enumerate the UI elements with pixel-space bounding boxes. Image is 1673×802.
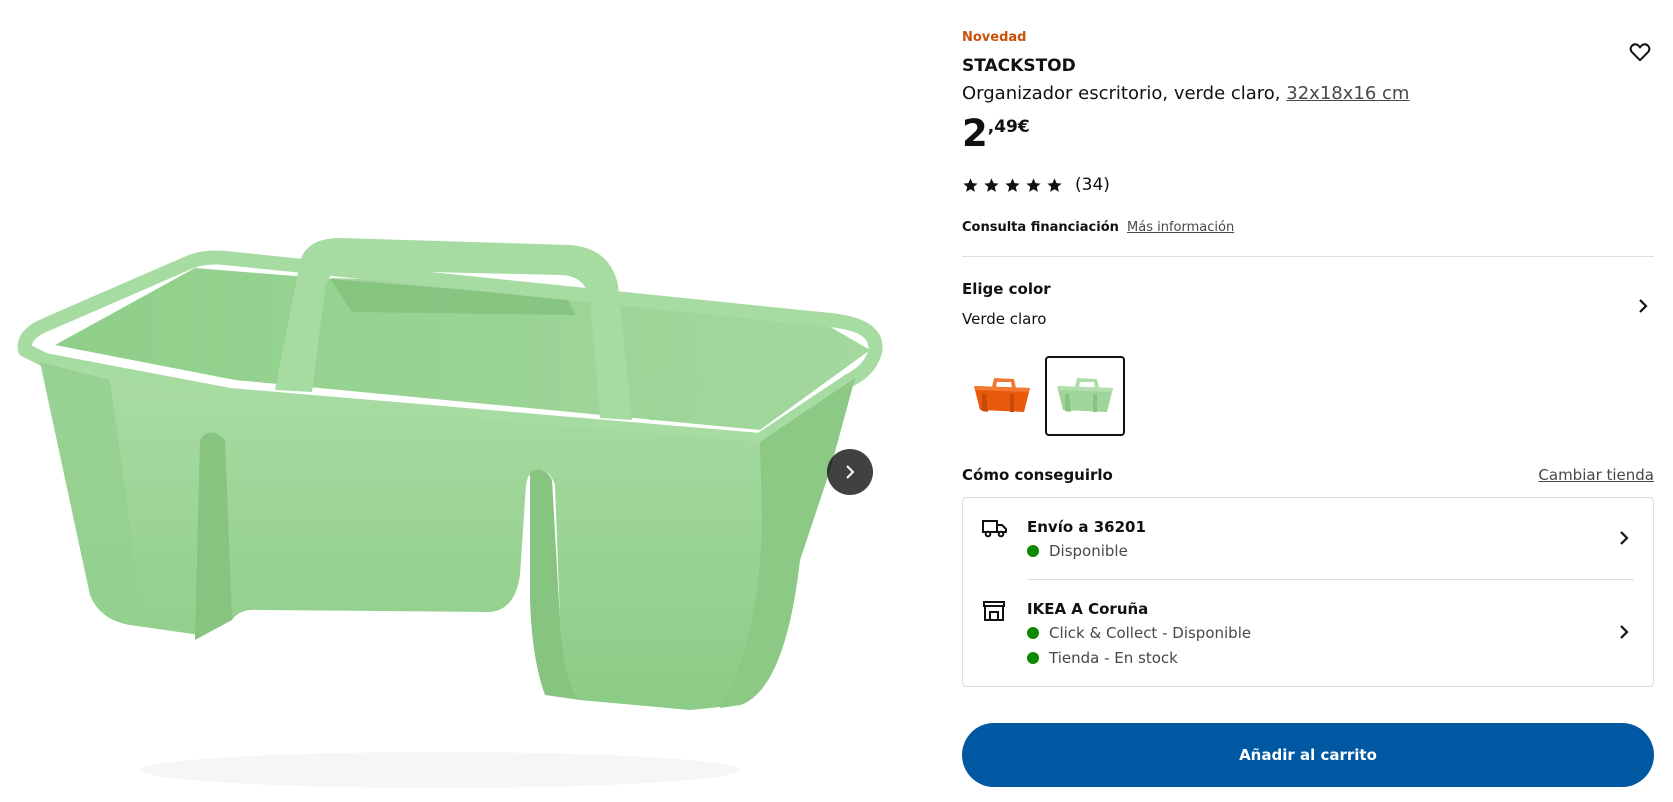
price-decimal: ,49€ [987,117,1030,137]
delivery-status-text: Disponible [1049,542,1128,560]
product-name: STACKSTOD [962,56,1076,76]
store-title: IKEA A Coruña [1027,600,1149,618]
star-icon [1026,177,1041,192]
rating-count: (34) [1075,175,1110,195]
new-badge: Novedad [962,30,1027,45]
store-stock-status: Tienda - En stock [1027,649,1178,667]
star-icon [1005,177,1020,192]
store-stock-status-text: Tienda - En stock [1049,649,1178,667]
color-selector-title: Elige color [962,280,1051,298]
change-store-link[interactable]: Cambiar tienda [1538,466,1654,484]
swatch-green-image [1057,378,1113,412]
chevron-right-icon [1639,299,1648,313]
rating-summary[interactable]: (34) [962,175,1110,195]
product-image [17,238,883,788]
color-swatch-orange[interactable] [962,356,1042,436]
click-collect-status-text: Click & Collect - Disponible [1049,624,1252,642]
color-swatch-light-green[interactable] [1045,356,1125,436]
store-icon [983,601,1005,621]
product-description-text: Organizador escritorio, verde claro, [962,83,1281,104]
availability-title: Cómo conseguirlo [962,466,1113,484]
truck-icon [982,520,1007,538]
heart-icon [1629,43,1651,62]
financing-more-info-link[interactable]: Más información [1127,220,1234,235]
delivery-status: Disponible [1027,542,1128,560]
next-image-button[interactable] [827,449,873,495]
product-description: Organizador escritorio, verde claro, 32x… [962,83,1409,104]
add-to-cart-button[interactable]: Añadir al carrito [962,723,1654,787]
in-stock-dot [1027,545,1039,557]
store-option[interactable]: IKEA A Coruña Click & Collect - Disponib… [963,580,1653,686]
star-icon [1047,177,1062,192]
swatch-orange-image [974,378,1030,412]
in-stock-dot [1027,652,1039,664]
color-selected-value: Verde claro [962,310,1047,328]
product-price: 2 ,49€ [962,112,1030,156]
financing-label: Consulta financiación [962,220,1119,235]
product-dimensions-link[interactable]: 32x18x16 cm [1286,83,1409,104]
financing-info: Consulta financiación Más información [962,220,1234,235]
chevron-right-icon [1620,625,1629,639]
product-info-panel: Novedad STACKSTOD Organizador escritorio… [962,0,1654,802]
color-selector[interactable]: Elige color Verde claro [962,280,1654,336]
product-gallery [0,0,900,802]
section-divider [962,256,1654,257]
favourite-button[interactable] [1626,38,1654,66]
star-icon [984,177,999,192]
chevron-right-icon [1620,531,1629,545]
in-stock-dot [1027,627,1039,639]
availability-box: Envío a 36201 Disponible IKEA A Coruña C… [962,497,1654,687]
click-collect-status: Click & Collect - Disponible [1027,624,1251,642]
chevron-right-icon [846,465,855,479]
delivery-option[interactable]: Envío a 36201 Disponible [963,498,1653,580]
star-icon [963,177,978,192]
price-integer: 2 [962,112,988,155]
delivery-title: Envío a 36201 [1027,518,1146,536]
